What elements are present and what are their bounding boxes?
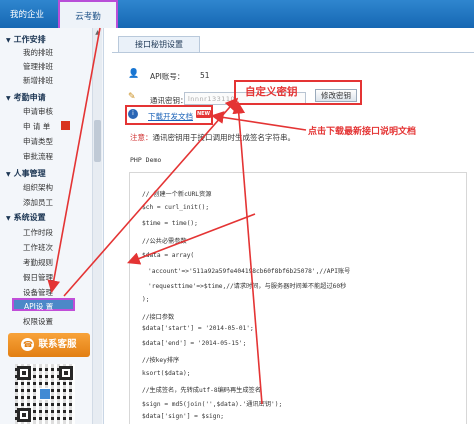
- scrollbar-thumb[interactable]: [94, 120, 101, 162]
- secret-value: lnnnr133110: [188, 95, 236, 103]
- notification-badge: [61, 121, 70, 130]
- change-secret-button[interactable]: 修改密钥: [315, 89, 357, 102]
- phone-icon: ☎: [21, 338, 35, 351]
- code-line: 'account'=>'511a92a59fe404198cb60f8bf6b2…: [148, 268, 351, 275]
- new-badge: NEW: [196, 110, 211, 118]
- info-icon: i: [128, 109, 138, 119]
- sidebar-group-attendance[interactable]: ▼ 考勤申请: [6, 92, 46, 103]
- sidebar-item-add-employee[interactable]: 添加员工: [23, 197, 53, 208]
- api-account-label: API账号：: [150, 72, 185, 81]
- sidebar-item-shifts[interactable]: 工作班次: [23, 242, 53, 253]
- tab-api-secret-settings[interactable]: 接口秘钥设置: [118, 36, 200, 52]
- code-line: $data['end'] = '2014-05-15';: [142, 340, 247, 347]
- sidebar-item-api-settings[interactable]: API设 置: [12, 298, 75, 311]
- sidebar-item-review[interactable]: 申请审核: [23, 106, 53, 117]
- api-account-value: 51: [200, 71, 210, 80]
- sidebar-item-add-schedule[interactable]: 新增排班: [23, 75, 53, 86]
- download-doc-link[interactable]: 下载开发文档: [148, 111, 193, 122]
- top-nav-bar: 我的企业 云考勤: [0, 0, 474, 28]
- code-line: //接口参数: [142, 314, 175, 321]
- collapse-triangle-icon: ▼: [6, 95, 11, 102]
- sidebar-group-settings[interactable]: ▼ 系统设置: [6, 212, 46, 223]
- sidebar-item-approval-flow[interactable]: 审批流程: [23, 151, 53, 162]
- code-line: //按key排序: [142, 357, 180, 364]
- sidebar-item-attendance-rules[interactable]: 考勤规则: [23, 257, 53, 268]
- edit-icon: ✎: [128, 92, 136, 102]
- sidebar-item-work-periods[interactable]: 工作时段: [23, 227, 53, 238]
- code-line: $data['sign'] = $sign;: [142, 413, 224, 420]
- tab-cloud-attendance[interactable]: 云考勤: [58, 0, 118, 28]
- code-line: );: [142, 296, 150, 303]
- annotation-download-doc: 点击下载最新接口说明文档: [308, 127, 417, 137]
- user-icon: 👤: [128, 69, 140, 79]
- sidebar-item-manage-schedule[interactable]: 管理排班: [23, 61, 53, 72]
- code-line: 'requesttime'=>$time,//请求时间，与服务器时间差不能超过6…: [148, 283, 347, 290]
- sidebar-item-holidays[interactable]: 假日管理: [23, 272, 53, 283]
- collapse-triangle-icon: ▼: [6, 171, 11, 178]
- sidebar-scrollbar[interactable]: ▲: [92, 28, 102, 424]
- code-line: // 创建一个新cURL资源: [142, 191, 212, 198]
- tab-divider: [112, 52, 474, 53]
- code-line: $ch = curl_init();: [142, 204, 210, 211]
- code-line: //生成签名，先转成utf-8编码再生成签名: [142, 387, 261, 394]
- code-line: ksort($data);: [142, 370, 191, 377]
- sidebar-group-work[interactable]: ▼ 工作安排: [6, 34, 46, 45]
- sidebar-item-org[interactable]: 组织架构: [23, 182, 53, 193]
- code-line: $sign = md5(join('',$data).'通讯密钥');: [142, 401, 283, 408]
- code-line: $data = array(: [142, 252, 195, 259]
- sidebar-item-devices[interactable]: 设备管理: [23, 287, 53, 298]
- qr-code: [15, 364, 75, 424]
- qr-logo-icon: [39, 388, 51, 400]
- sidebar-item-permissions[interactable]: 权限设置: [23, 316, 53, 327]
- php-demo-title: PHP Demo: [130, 156, 162, 164]
- code-line: $time = time();: [142, 220, 198, 227]
- sidebar-item-application[interactable]: 申 请 单: [23, 121, 50, 132]
- collapse-triangle-icon: ▼: [6, 215, 11, 222]
- code-line: //公共必需参数: [142, 238, 187, 245]
- scroll-up-icon[interactable]: ▲: [94, 29, 101, 36]
- note-text: 注意：通讯密钥用于接口调用时生成签名字符串。: [130, 133, 295, 142]
- sidebar-group-hr[interactable]: ▼ 人事管理: [6, 168, 46, 179]
- contact-support-button[interactable]: ☎ 联系客服: [8, 333, 90, 357]
- annotation-custom-secret: 自定义密钥: [245, 86, 298, 98]
- tab-my-company[interactable]: 我的企业: [6, 3, 48, 28]
- sidebar-item-application-type[interactable]: 申请类型: [23, 136, 53, 147]
- code-line: $data['start'] = '2014-05-01';: [142, 325, 254, 332]
- sidebar-item-my-schedule[interactable]: 我的排班: [23, 47, 53, 58]
- collapse-triangle-icon: ▼: [6, 37, 11, 44]
